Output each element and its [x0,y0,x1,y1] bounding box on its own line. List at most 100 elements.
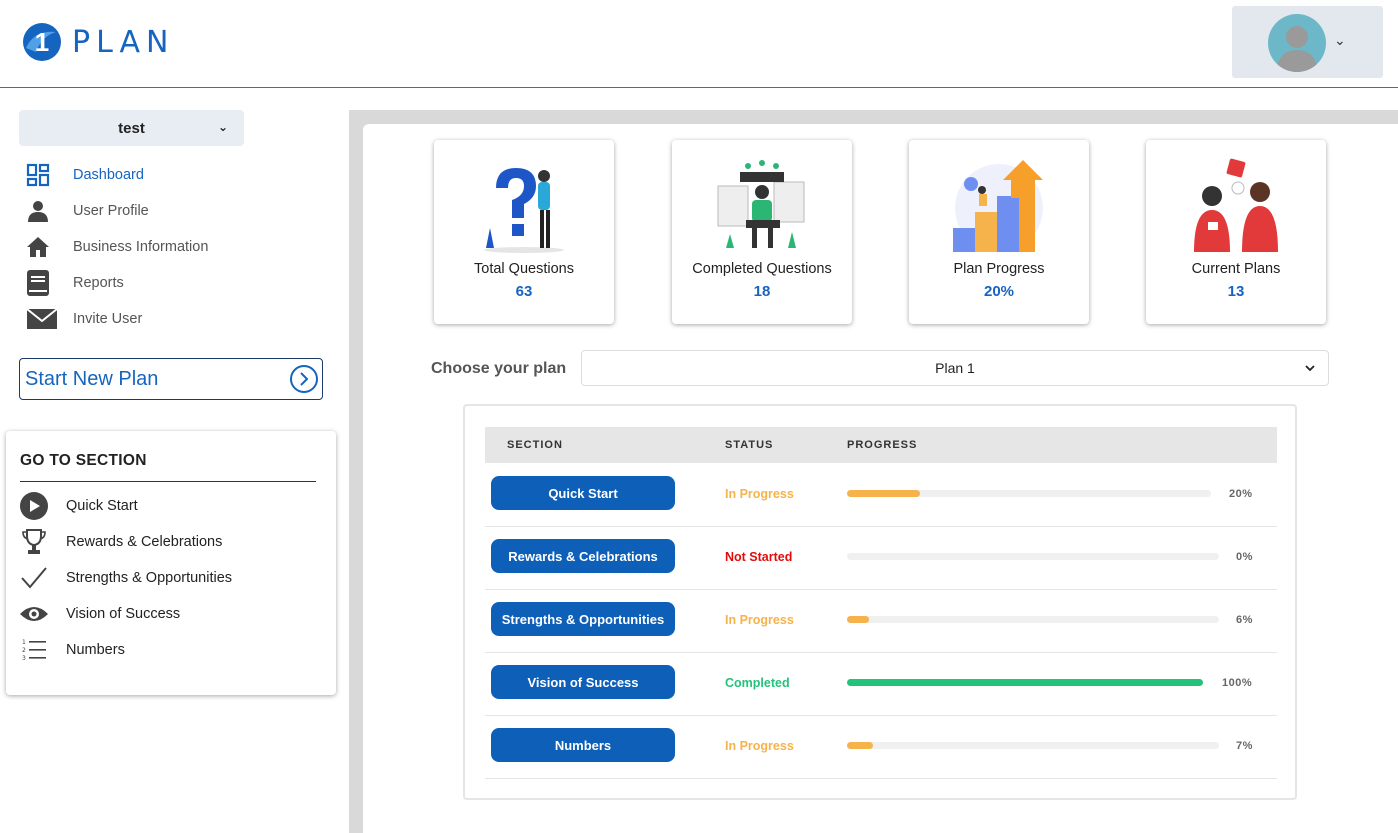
logo-mark-icon: 1 [23,23,61,61]
table-row: Strengths & Opportunities In Progress 6% [485,590,1277,653]
stat-label: Completed Questions [692,261,832,277]
go-to-section-list: Quick Start Rewards & Celebrations Stren… [18,488,318,668]
stat-card-completed-questions[interactable]: Completed Questions 18 [672,140,852,324]
sidebar-item-label: Reports [73,275,124,291]
progress-percent: 100% [1222,677,1253,689]
svg-text:2: 2 [22,647,26,654]
status-label: Completed [725,676,790,690]
envelope-icon [20,304,62,334]
table-row: Rewards & Celebrations Not Started 0% [485,527,1277,590]
chevron-down-icon: ⌄ [217,120,228,134]
people-discussion-illustration-icon [1186,158,1286,258]
goto-item-rewards-celebrations[interactable]: Rewards & Celebrations [18,524,318,560]
start-new-plan-button[interactable]: Start New Plan [19,358,323,400]
goto-item-strengths-opportunities[interactable]: Strengths & Opportunities [18,560,318,596]
start-new-plan-label: Start New Plan [25,367,159,390]
plan-select[interactable]: Plan 1 [581,350,1329,386]
dashboard-icon [20,160,62,190]
choose-plan-label: Choose your plan [431,360,567,377]
play-icon [18,491,50,521]
section-button-quick-start[interactable]: Quick Start [491,476,675,510]
section-button-rewards-celebrations[interactable]: Rewards & Celebrations [491,539,675,573]
logo-text: PLAN [72,24,175,60]
book-icon [20,268,62,298]
growth-chart-illustration-icon [949,158,1049,258]
progress-bar-fill [847,742,874,749]
chevron-down-icon: ⌄ [1334,32,1346,48]
goto-item-label: Vision of Success [66,606,181,622]
sections-table: SECTION STATUS PROGRESS Quick Start In P… [463,404,1297,800]
progress-percent: 6% [1236,614,1253,626]
sidebar-item-business-information[interactable]: Business Information [20,229,330,265]
stat-value: 18 [753,283,771,300]
top-header: 1 PLAN ⌄ [0,0,1398,88]
app-logo[interactable]: 1 PLAN [22,20,212,64]
chevron-down-icon [1304,361,1316,377]
user-avatar-icon [1276,26,1318,72]
checkmark-icon [18,563,50,593]
goto-item-numbers[interactable]: 123 Numbers [18,632,318,668]
progress-bar [847,679,1203,686]
trophy-icon [18,527,50,557]
stat-value: 13 [1227,283,1245,300]
sidebar: test ⌄ Dashboard User Profile Business I… [0,89,348,833]
sidebar-nav: Dashboard User Profile Business Informat… [20,157,330,337]
section-button-numbers[interactable]: Numbers [491,728,675,762]
chevron-right-circle-icon [290,365,318,393]
progress-bar-fill [847,616,870,623]
progress-bar-fill [847,490,920,497]
goto-item-vision-of-success[interactable]: Vision of Success [18,596,318,632]
goto-item-label: Numbers [66,642,125,658]
stat-card-plan-progress[interactable]: Plan Progress 20% [909,140,1089,324]
stat-value: 20% [983,283,1015,300]
goto-item-label: Quick Start [66,498,138,514]
avatar [1268,14,1326,72]
svg-text:3: 3 [22,655,26,662]
sidebar-item-reports[interactable]: Reports [20,265,330,301]
progress-bar-fill [847,679,1203,686]
progress-bar [847,553,1219,560]
sidebar-item-label: Invite User [73,311,143,327]
numbered-list-icon: 123 [18,635,50,665]
column-header-progress: PROGRESS [847,439,918,451]
sidebar-item-label: User Profile [73,203,149,219]
column-header-section: SECTION [507,439,563,451]
sidebar-item-invite-user[interactable]: Invite User [20,301,330,337]
stat-value: 63 [515,283,533,300]
stat-label: Total Questions [474,261,574,277]
section-button-vision-of-success[interactable]: Vision of Success [491,665,675,699]
logo-mark-text: 1 [35,27,49,57]
company-select[interactable]: test ⌄ [19,110,244,146]
goto-item-label: Strengths & Opportunities [66,570,233,586]
dashboard-content: Total Questions 63 Completed Questions 1… [363,124,1398,833]
sidebar-item-dashboard[interactable]: Dashboard [20,157,330,193]
home-icon [20,232,62,262]
user-menu[interactable]: ⌄ [1232,6,1383,78]
company-name: test [118,119,145,137]
go-to-section-title: GO TO SECTION [20,452,147,469]
svg-text:1: 1 [22,639,26,646]
stat-card-current-plans[interactable]: Current Plans 13 [1146,140,1326,324]
status-label: In Progress [725,487,794,501]
table-header: SECTION STATUS PROGRESS [485,427,1277,463]
user-icon [20,196,62,226]
eye-icon [18,599,50,629]
sidebar-item-user-profile[interactable]: User Profile [20,193,330,229]
stat-label: Current Plans [1191,261,1281,277]
table-row: Quick Start In Progress 20% [485,464,1277,527]
progress-percent: 20% [1229,488,1253,500]
progress-bar [847,742,1219,749]
section-button-strengths-opportunities[interactable]: Strengths & Opportunities [491,602,675,636]
divider [20,481,316,482]
sidebar-item-label: Dashboard [73,167,144,183]
go-to-section-panel: GO TO SECTION Quick Start Rewards & Cele… [6,431,336,695]
goto-item-label: Rewards & Celebrations [66,534,223,550]
table-row: Numbers In Progress 7% [485,716,1277,779]
goto-item-quick-start[interactable]: Quick Start [18,488,318,524]
plan-select-value: Plan 1 [935,360,975,376]
question-illustration-icon [474,158,574,258]
stat-card-total-questions[interactable]: Total Questions 63 [434,140,614,324]
column-header-status: STATUS [725,439,774,451]
progress-bar [847,616,1219,623]
progress-percent: 0% [1236,551,1253,563]
